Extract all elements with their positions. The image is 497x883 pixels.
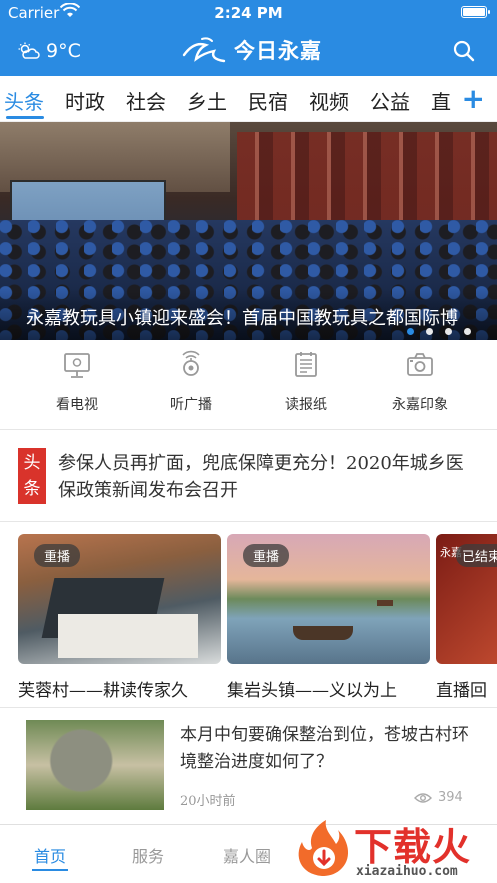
carousel-dots [407,328,471,335]
headline-text[interactable]: 参保人员再扩面，兜底保障更充分！2020年城乡医保政策新闻发布会召开 [58,450,478,504]
top-bar: Carrier 2:24 PM 9°C 今日永嘉 [0,0,497,76]
carousel-dot[interactable] [464,328,471,335]
status-time: 2:24 PM [214,4,283,22]
tab-toutiao[interactable]: 头条 [4,86,44,115]
app-title: 今日永嘉 [234,39,322,63]
quick-entry-impression[interactable]: 永嘉印象 [370,350,470,414]
carousel-dot[interactable] [407,328,414,335]
tab-shipin[interactable]: 视频 [309,86,349,115]
card-image-boat [293,626,353,640]
tab-gongyi[interactable]: 公益 [370,86,410,115]
carousel-dot[interactable] [426,328,433,335]
nav-services[interactable]: 服务 [132,843,164,867]
quick-entry-newspaper[interactable]: 读报纸 [256,350,356,414]
headline-news[interactable]: 头条 参保人员再扩面，兜底保障更充分！2020年城乡医保政策新闻发布会召开 [0,430,497,522]
quick-entry-label: 读报纸 [285,397,327,413]
fire-logo-icon [298,820,349,876]
battery-icon [461,6,490,18]
tv-icon [64,353,90,378]
weather-temp: 9°C [46,40,81,62]
tab-xiangtu[interactable]: 乡土 [187,86,227,115]
quick-entry-label: 看电视 [56,397,98,413]
view-count: 394 [438,790,463,805]
replay-badge: 重播 [34,544,81,567]
quick-entry-label: 永嘉印象 [392,397,448,413]
radio-icon [182,350,200,376]
quick-entry-radio[interactable]: 听广播 [141,350,241,414]
nav-home[interactable]: 首页 [34,843,66,867]
quick-entry-label: 听广播 [170,397,212,413]
cloud-sun-icon [18,42,40,59]
search-icon[interactable] [453,40,475,62]
article-item[interactable]: 本月中旬要确保整治到位，苍坡古村环境整治进度如何了？ 20小时前 394 [0,708,497,824]
nav-jiarenquan[interactable]: 嘉人圈 [223,843,271,867]
video-card-title[interactable]: 集岩头镇——义以为上 [227,676,397,701]
active-nav-indicator [32,869,68,871]
video-card-title[interactable]: 芙蓉村——耕读传家久 [18,676,188,701]
watermark: 下载火 xiazaihuo.com [292,816,497,883]
video-card-title[interactable]: 直播回 [436,676,487,701]
eye-icon [414,792,432,803]
add-channel-button[interactable]: + [462,82,485,115]
card-image-boat-small [377,600,393,606]
status-bar: Carrier 2:24 PM [0,0,497,26]
watermark-url: xiazaihuo.com [356,864,458,879]
newspaper-icon [295,352,317,377]
carousel-dot[interactable] [445,328,452,335]
article-time: 20小时前 [180,794,236,809]
channel-tabs: 头条 时政 社会 乡土 民宿 视频 公益 直 + [0,76,497,122]
video-card[interactable]: 永嘉 已结束 [436,534,497,664]
replay-badge: 重播 [243,544,290,567]
tab-shizheng[interactable]: 时政 [65,86,105,115]
video-card-row: 重播 芙蓉村——耕读传家久 重播 集岩头镇——义以为上 永嘉 已结束 直播回 [0,522,497,708]
ended-badge: 已结束 [456,544,497,567]
headline-badge: 头条 [18,448,46,504]
tab-shehui[interactable]: 社会 [126,86,166,115]
article-thumbnail [26,720,164,810]
article-views: 394 [414,790,463,805]
quick-entry-tv[interactable]: 看电视 [27,350,127,414]
banner-caption[interactable]: 永嘉教玩具小镇迎来盛会！首届中国教玩具之都国际博 [26,304,458,330]
app-brand: 今日永嘉 [180,33,322,67]
tab-minsu[interactable]: 民宿 [248,86,288,115]
card-image-wall [58,614,198,658]
tab-zhi[interactable]: 直 [431,86,451,115]
weather-widget[interactable]: 9°C [18,40,81,62]
video-card[interactable]: 重播 [18,534,221,664]
yongjia-logo-icon [182,37,226,63]
article-title[interactable]: 本月中旬要确保整治到位，苍坡古村环境整治进度如何了？ [180,722,480,776]
video-card[interactable]: 重播 [227,534,430,664]
active-tab-indicator [6,116,44,119]
camera-icon [407,353,433,376]
quick-entries: 看电视 听广播 读报纸 永嘉印象 [0,340,497,430]
watermark-text: 下载火 [354,825,472,869]
